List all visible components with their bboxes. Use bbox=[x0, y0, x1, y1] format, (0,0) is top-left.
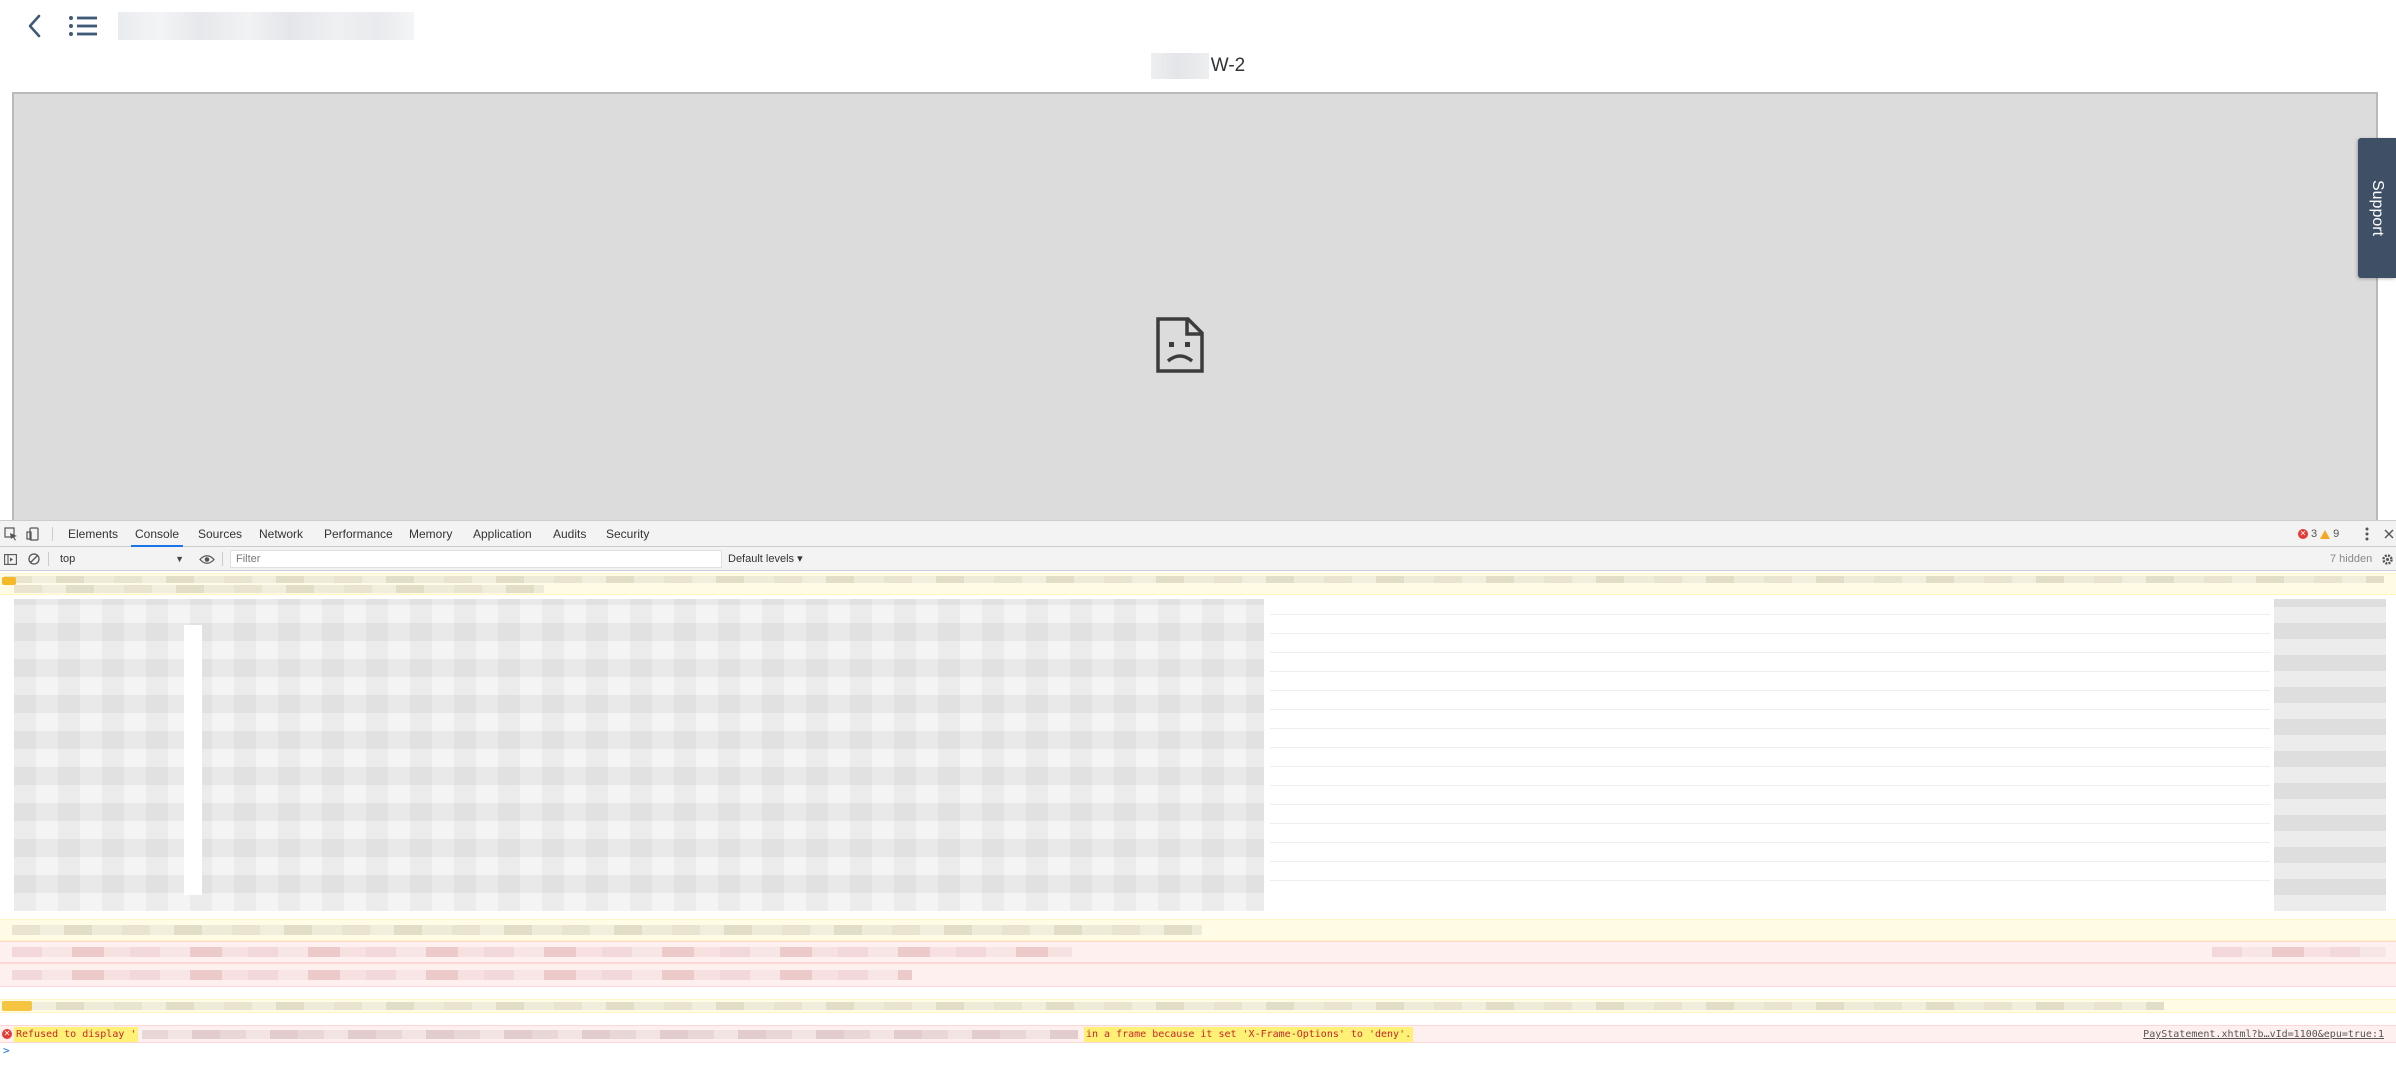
console-settings-gear-icon[interactable] bbox=[2378, 550, 2396, 568]
redacted-message bbox=[4, 1002, 2164, 1010]
console-toolbar: top ▼ Default levels ▾ 7 hidden bbox=[0, 547, 2396, 571]
redacted-source-links bbox=[2274, 599, 2386, 911]
redacted-message bbox=[12, 970, 912, 980]
list-icon bbox=[69, 16, 97, 36]
tab-elements[interactable]: Elements bbox=[64, 521, 122, 547]
support-tab[interactable]: Support bbox=[2358, 138, 2396, 278]
tab-console[interactable]: Console bbox=[131, 521, 184, 547]
error-count: 3 bbox=[2311, 528, 2318, 540]
warning-icon bbox=[2, 577, 16, 585]
error-icon: ✕ bbox=[2298, 529, 2308, 539]
error-source-link[interactable]: PayStatement.xhtml?b…vId=1100&epu=true:1 bbox=[2143, 1027, 2384, 1042]
warning-count: 9 bbox=[2333, 528, 2340, 540]
tab-audits[interactable]: Audits bbox=[549, 521, 590, 547]
error-icon: ✕ bbox=[2, 1029, 12, 1039]
tab-security[interactable]: Security bbox=[602, 521, 653, 547]
devtools-tab-bar: Elements Console Sources Network Perform… bbox=[0, 521, 2396, 547]
close-devtools-icon[interactable] bbox=[2380, 525, 2396, 543]
redacted-message bbox=[4, 576, 2384, 583]
issue-counters[interactable]: ✕ 3 9 bbox=[2298, 521, 2339, 547]
hidden-messages-count: 7 hidden bbox=[2330, 553, 2373, 565]
warning-icon bbox=[2, 1001, 32, 1011]
more-options-icon[interactable] bbox=[2358, 525, 2376, 543]
chevron-left-icon bbox=[28, 14, 41, 38]
console-error-row bbox=[0, 941, 2396, 963]
redacted-message bbox=[12, 947, 1072, 957]
redacted-breadcrumb bbox=[118, 12, 414, 40]
error-message-suffix: in a frame because it set 'X-Frame-Optio… bbox=[1084, 1027, 1414, 1042]
clear-console-icon[interactable] bbox=[25, 550, 43, 568]
tab-application[interactable]: Application bbox=[469, 521, 536, 547]
live-expression-eye-icon[interactable] bbox=[198, 550, 216, 568]
console-prompt[interactable]: > bbox=[0, 1043, 2396, 1061]
console-warning-row bbox=[0, 919, 2396, 941]
document-title: W-2 bbox=[1210, 55, 1246, 76]
console-warning-row bbox=[0, 999, 2396, 1013]
warning-icon bbox=[2320, 529, 2331, 539]
redacted-message bbox=[14, 585, 544, 593]
log-line-guides bbox=[1270, 599, 2270, 899]
filter-input[interactable] bbox=[230, 550, 722, 568]
devtools-panel: Elements Console Sources Network Perform… bbox=[0, 520, 2396, 1069]
log-levels-dropdown[interactable]: Default levels ▾ bbox=[728, 550, 803, 568]
redacted-title-prefix bbox=[1150, 53, 1209, 79]
tab-performance[interactable]: Performance bbox=[320, 521, 397, 547]
tab-separator bbox=[52, 527, 53, 541]
tab-memory[interactable]: Memory bbox=[405, 521, 456, 547]
document-frame bbox=[12, 92, 2378, 522]
context-selector[interactable]: top ▼ bbox=[56, 550, 186, 568]
redacted-gap bbox=[184, 625, 202, 895]
back-button[interactable] bbox=[22, 12, 46, 40]
tab-sources[interactable]: Sources bbox=[194, 521, 246, 547]
toolbar-separator bbox=[48, 552, 49, 566]
error-message-prefix: Refused to display ' bbox=[14, 1027, 139, 1042]
redacted-message bbox=[12, 925, 1202, 935]
inspect-element-icon[interactable] bbox=[2, 525, 20, 543]
menu-button[interactable] bbox=[66, 12, 100, 40]
support-label: Support bbox=[2369, 179, 2387, 237]
app-page: W-2 Support bbox=[0, 0, 2396, 522]
sidebar-toggle-icon[interactable] bbox=[1, 550, 19, 568]
console-error-row bbox=[0, 963, 2396, 987]
redacted-source-link bbox=[2212, 947, 2386, 957]
redacted-url bbox=[142, 1030, 1078, 1039]
prompt-chevron: > bbox=[3, 1044, 10, 1057]
document-title-area: W-2 bbox=[0, 50, 2396, 82]
console-error-xframe: ✕ Refused to display ' in a frame becaus… bbox=[0, 1025, 2396, 1043]
toolbar-separator bbox=[222, 552, 223, 566]
caret-down-icon: ▼ bbox=[175, 554, 184, 564]
top-bar bbox=[0, 0, 2396, 52]
sad-page-icon bbox=[1156, 317, 1204, 373]
tab-network[interactable]: Network bbox=[255, 521, 307, 547]
context-value: top bbox=[60, 553, 76, 565]
console-messages: ✕ Refused to display ' in a frame becaus… bbox=[0, 571, 2396, 1069]
device-toolbar-icon[interactable] bbox=[24, 525, 42, 543]
console-warning-row bbox=[0, 573, 2396, 595]
